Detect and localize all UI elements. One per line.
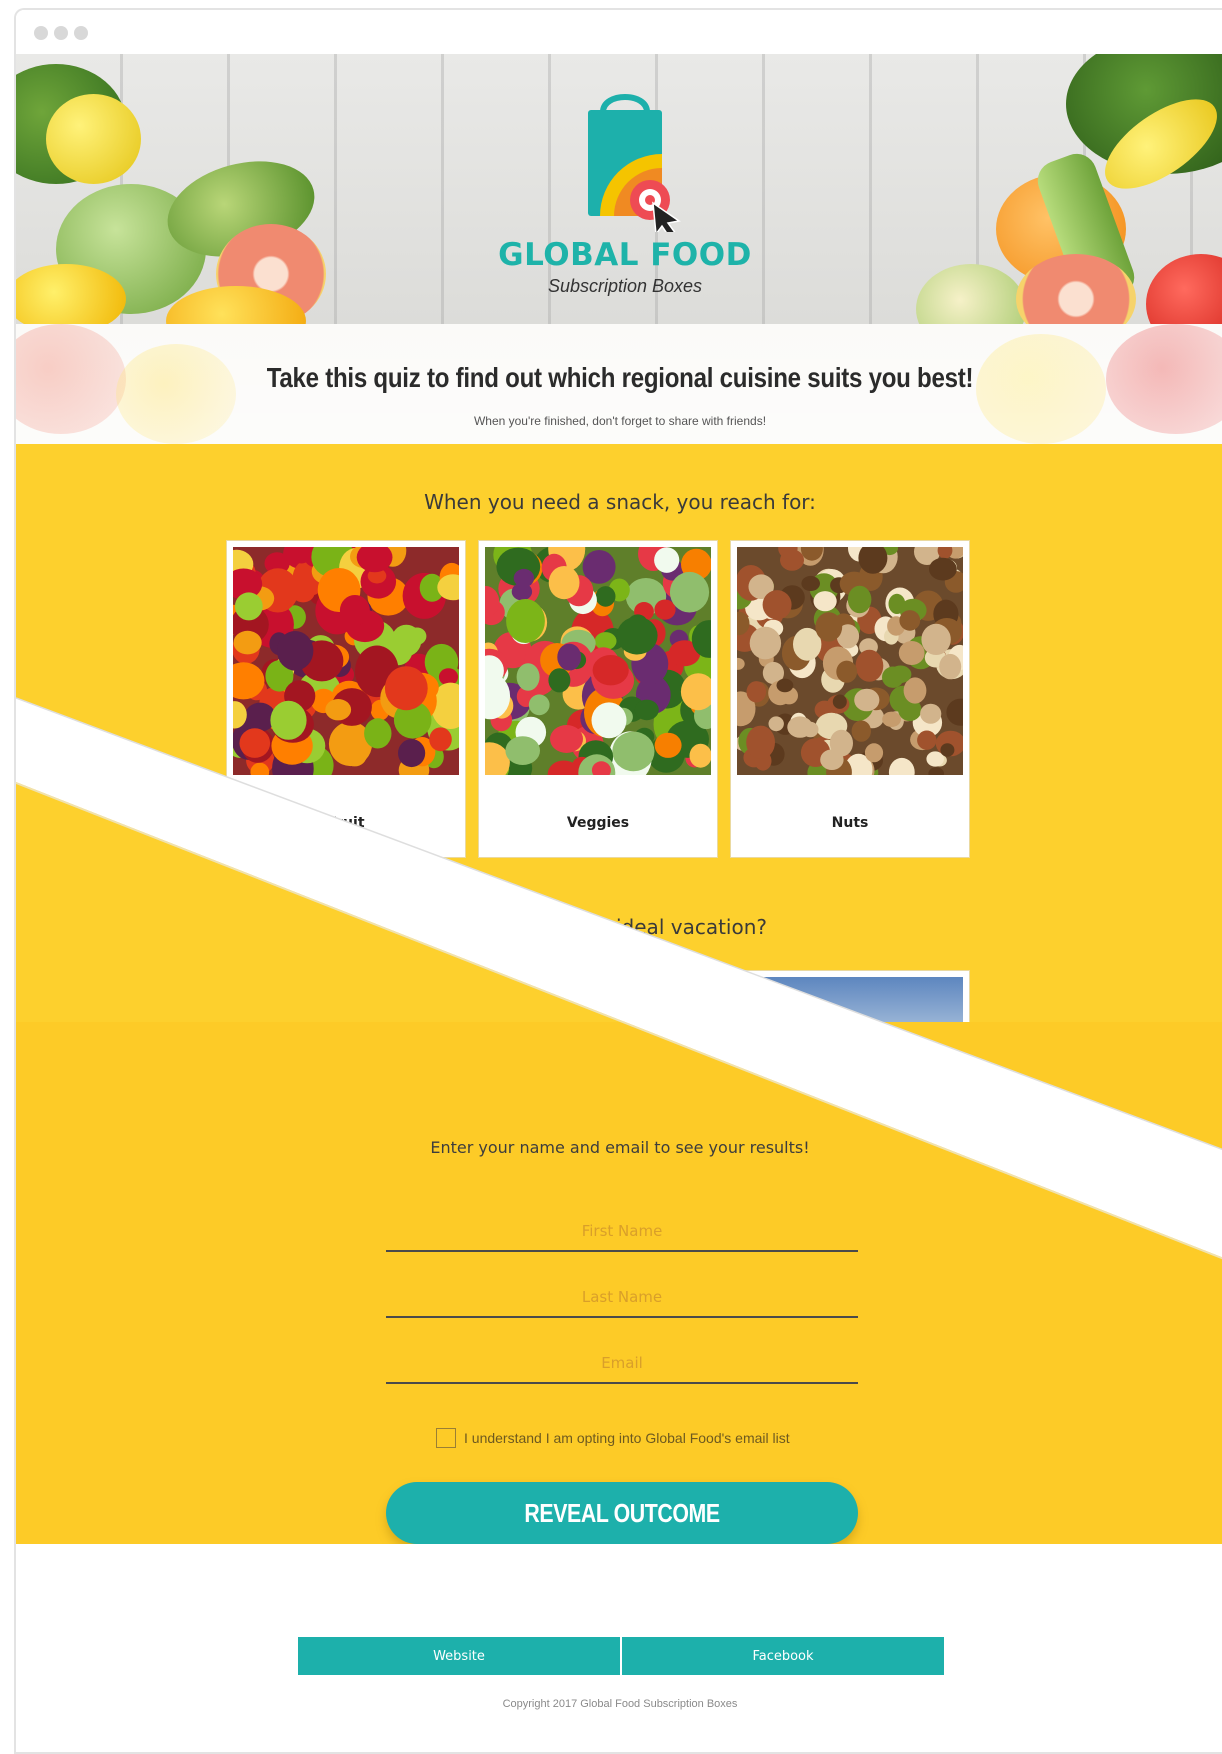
facebook-link[interactable]: Facebook	[622, 1637, 944, 1675]
optin-checkbox[interactable]	[436, 1428, 456, 1448]
answer-card-veggies[interactable]: Veggies	[478, 540, 718, 858]
quiz-subtitle: When you're finished, don't forget to sh…	[473, 414, 767, 428]
copyright-text: Copyright 2017 Global Food Subscription …	[502, 1698, 738, 1710]
brand-tagline: Subscription Boxes	[547, 276, 703, 296]
nuts-photo	[737, 547, 963, 775]
reveal-outcome-button[interactable]: REVEAL OUTCOME	[386, 1482, 858, 1544]
first-name-input[interactable]	[386, 1212, 858, 1252]
browser-chrome	[16, 10, 1222, 55]
optin-label: I understand I am opting into Global Foo…	[464, 1430, 790, 1446]
question-2-text: ideal vacation?	[616, 915, 767, 939]
optin-row: I understand I am opting into Global Foo…	[436, 1428, 856, 1450]
veggies-photo	[485, 547, 711, 775]
window-dot-icon[interactable]	[74, 26, 88, 40]
window-dot-icon[interactable]	[34, 26, 48, 40]
lemon-decoration	[116, 344, 236, 444]
question-1-text: When you need a snack, you reach for:	[424, 490, 816, 514]
email-input[interactable]	[386, 1344, 858, 1384]
answer-card-fruit[interactable]: Fruit	[226, 540, 466, 858]
answer-card-nuts[interactable]: Nuts	[730, 540, 970, 858]
reveal-outcome-label: REVEAL OUTCOME	[524, 1497, 720, 1528]
website-link[interactable]: Website	[298, 1637, 620, 1675]
window-dot-icon[interactable]	[54, 26, 68, 40]
answer-label: Fruit	[327, 815, 365, 831]
brand-name: GLOBAL FOOD	[498, 237, 752, 273]
answer-label: Veggies	[566, 815, 630, 831]
quiz-title: Take this quiz to find out which regiona…	[266, 362, 974, 393]
lemon-decoration	[46, 94, 141, 184]
browser-frame: GLOBAL FOOD Subscription Boxes Take this…	[14, 8, 1222, 1754]
shopping-bag-icon	[588, 94, 681, 240]
last-name-input[interactable]	[386, 1278, 858, 1318]
hero-header: GLOBAL FOOD Subscription Boxes	[16, 54, 1222, 356]
answer-label: Nuts	[831, 815, 869, 831]
form-title: Enter your name and email to see your re…	[430, 1138, 810, 1157]
brand-logo[interactable]: GLOBAL FOOD Subscription Boxes	[490, 82, 760, 302]
fruit-photo	[233, 547, 459, 775]
